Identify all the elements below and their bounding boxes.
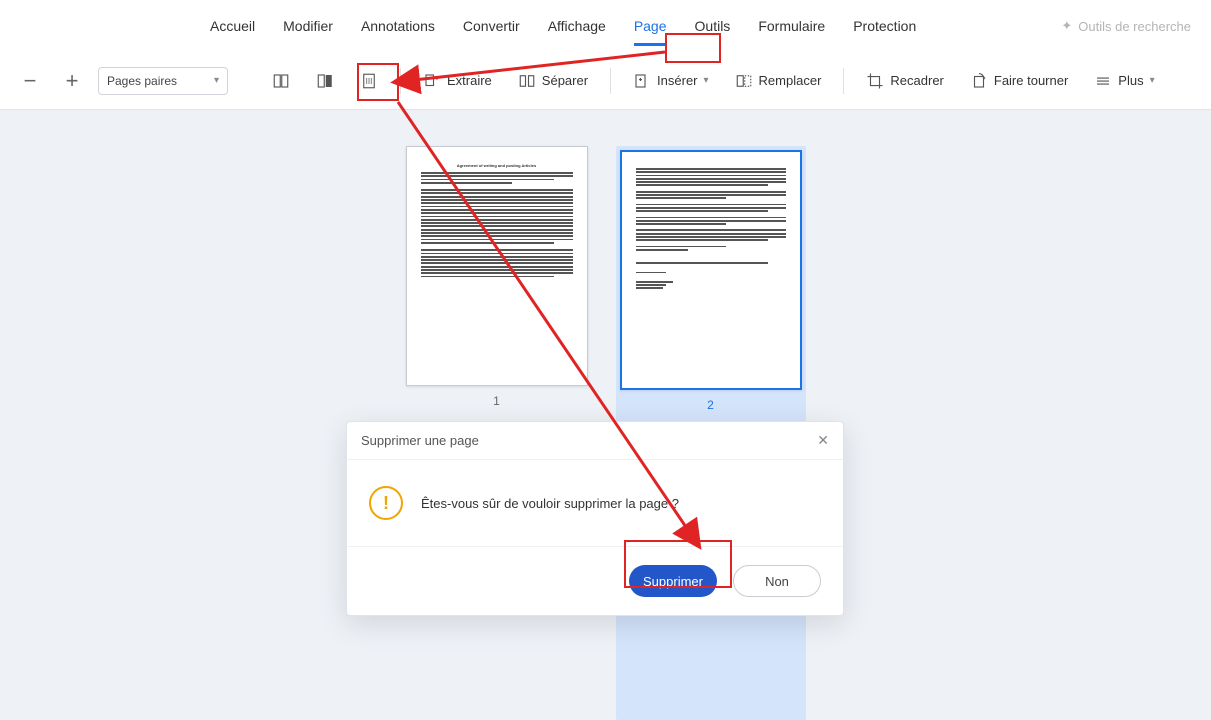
tab-form[interactable]: Formulaire bbox=[758, 18, 825, 34]
menu-tabs: Accueil Modifier Annotations Convertir A… bbox=[0, 0, 1211, 52]
separate-label: Séparer bbox=[542, 73, 588, 88]
sparkle-icon: ✦ bbox=[1061, 18, 1072, 34]
zoom-out-button[interactable]: − bbox=[14, 65, 46, 97]
page-canvas: Agreement of writing and posting Article… bbox=[0, 110, 1211, 720]
crop-label: Recadrer bbox=[890, 73, 943, 88]
separate-icon bbox=[518, 72, 536, 90]
warning-icon: ! bbox=[369, 486, 403, 520]
page-insert-left-icon bbox=[272, 72, 290, 90]
crop-button[interactable]: Recadrer bbox=[858, 66, 951, 96]
page-toolbar: − + Pages paires ▾ Extraire Séparer Insé… bbox=[0, 52, 1211, 110]
tab-edit[interactable]: Modifier bbox=[283, 18, 333, 34]
tab-view[interactable]: Affichage bbox=[548, 18, 606, 34]
tab-protect[interactable]: Protection bbox=[853, 18, 916, 34]
tab-convert[interactable]: Convertir bbox=[463, 18, 520, 34]
search-tools-label: Outils de recherche bbox=[1078, 19, 1191, 34]
tab-home[interactable]: Accueil bbox=[210, 18, 255, 34]
page-insert-right-icon bbox=[316, 72, 334, 90]
page-number: 2 bbox=[620, 398, 802, 412]
dialog-header: Supprimer une page ✕ bbox=[347, 422, 843, 460]
page-preview: Agreement of writing and posting Article… bbox=[406, 146, 588, 386]
replace-button[interactable]: Remplacer bbox=[727, 66, 830, 96]
insert-blank-button[interactable] bbox=[264, 66, 298, 96]
search-tools-button[interactable]: ✦ Outils de recherche bbox=[1061, 18, 1191, 34]
separator bbox=[843, 68, 844, 94]
page-range-label: Pages paires bbox=[107, 74, 177, 88]
chevron-down-icon: ▾ bbox=[1150, 75, 1155, 86]
confirm-delete-button[interactable]: Supprimer bbox=[629, 565, 717, 597]
delete-page-button[interactable] bbox=[352, 66, 386, 96]
replace-icon bbox=[735, 72, 753, 90]
extract-button[interactable]: Extraire bbox=[415, 66, 500, 96]
page-preview bbox=[620, 150, 802, 390]
crop-icon bbox=[866, 72, 884, 90]
page-number: 1 bbox=[406, 394, 588, 408]
chevron-down-icon: ▾ bbox=[704, 75, 709, 86]
insert-page-button[interactable] bbox=[308, 66, 342, 96]
separator bbox=[400, 68, 401, 94]
insert-button[interactable]: Insérer ▾ bbox=[625, 66, 717, 96]
zoom-in-button[interactable]: + bbox=[56, 65, 88, 97]
close-icon[interactable]: ✕ bbox=[817, 432, 829, 449]
insert-icon bbox=[633, 72, 651, 90]
tab-page[interactable]: Page bbox=[634, 18, 667, 34]
chevron-down-icon: ▾ bbox=[214, 75, 219, 86]
trash-icon bbox=[360, 72, 378, 90]
page-range-select[interactable]: Pages paires ▾ bbox=[98, 67, 228, 95]
cancel-button[interactable]: Non bbox=[733, 565, 821, 597]
extract-label: Extraire bbox=[447, 73, 492, 88]
insert-label: Insérer bbox=[657, 73, 697, 88]
rotate-button[interactable]: Faire tourner bbox=[962, 66, 1076, 96]
more-button[interactable]: Plus ▾ bbox=[1086, 66, 1162, 96]
extract-icon bbox=[423, 72, 441, 90]
tab-annotations[interactable]: Annotations bbox=[361, 18, 435, 34]
dialog-body: ! Êtes-vous sûr de vouloir supprimer la … bbox=[347, 460, 843, 547]
separate-button[interactable]: Séparer bbox=[510, 66, 596, 96]
tab-tools[interactable]: Outils bbox=[695, 18, 731, 34]
more-icon bbox=[1094, 72, 1112, 90]
delete-page-dialog: Supprimer une page ✕ ! Êtes-vous sûr de … bbox=[346, 421, 844, 616]
replace-label: Remplacer bbox=[759, 73, 822, 88]
separator bbox=[610, 68, 611, 94]
dialog-message: Êtes-vous sûr de vouloir supprimer la pa… bbox=[421, 496, 679, 511]
dialog-footer: Supprimer Non bbox=[347, 547, 843, 615]
more-label: Plus bbox=[1118, 73, 1143, 88]
rotate-label: Faire tourner bbox=[994, 73, 1068, 88]
rotate-icon bbox=[970, 72, 988, 90]
dialog-title: Supprimer une page bbox=[361, 433, 479, 448]
